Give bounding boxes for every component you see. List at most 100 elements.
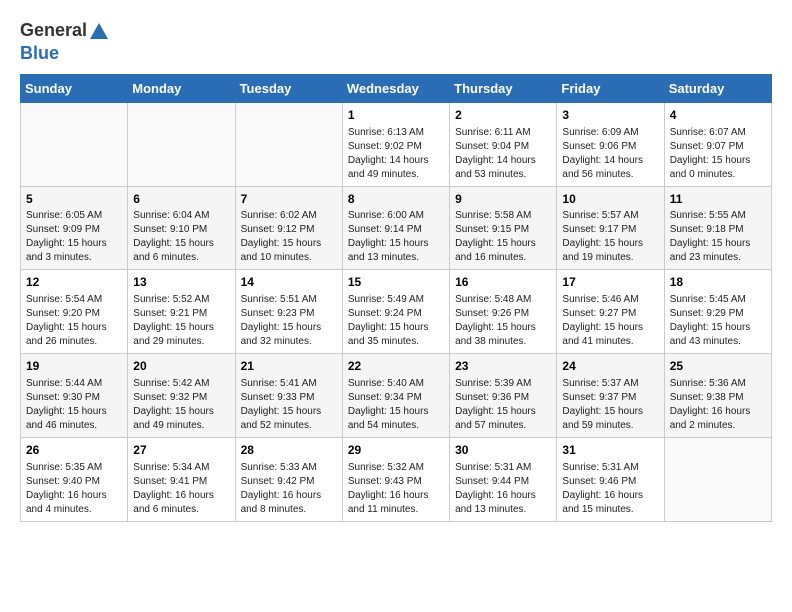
day-info: Sunrise: 5:57 AM bbox=[562, 209, 658, 223]
day-info: Sunrise: 5:31 AM bbox=[455, 461, 551, 475]
calendar-cell: 22Sunrise: 5:40 AMSunset: 9:34 PMDayligh… bbox=[342, 354, 449, 438]
day-number: 3 bbox=[562, 107, 658, 124]
day-info: Sunset: 9:46 PM bbox=[562, 475, 658, 489]
day-info: Daylight: 15 hours and 6 minutes. bbox=[133, 237, 229, 265]
calendar-cell: 10Sunrise: 5:57 AMSunset: 9:17 PMDayligh… bbox=[557, 186, 664, 270]
day-info: Sunset: 9:33 PM bbox=[241, 391, 337, 405]
calendar-cell: 3Sunrise: 6:09 AMSunset: 9:06 PMDaylight… bbox=[557, 102, 664, 186]
day-info: Sunset: 9:29 PM bbox=[670, 307, 766, 321]
calendar-cell: 11Sunrise: 5:55 AMSunset: 9:18 PMDayligh… bbox=[664, 186, 771, 270]
day-info: Daylight: 15 hours and 13 minutes. bbox=[348, 237, 444, 265]
day-info: Daylight: 16 hours and 11 minutes. bbox=[348, 489, 444, 517]
calendar-cell: 9Sunrise: 5:58 AMSunset: 9:15 PMDaylight… bbox=[450, 186, 557, 270]
calendar-cell: 2Sunrise: 6:11 AMSunset: 9:04 PMDaylight… bbox=[450, 102, 557, 186]
day-info: Sunset: 9:41 PM bbox=[133, 475, 229, 489]
calendar-cell bbox=[664, 437, 771, 521]
day-number: 12 bbox=[26, 274, 122, 291]
day-number: 19 bbox=[26, 358, 122, 375]
calendar-cell: 15Sunrise: 5:49 AMSunset: 9:24 PMDayligh… bbox=[342, 270, 449, 354]
day-info: Sunset: 9:38 PM bbox=[670, 391, 766, 405]
day-info: Sunset: 9:42 PM bbox=[241, 475, 337, 489]
logo: General Blue bbox=[20, 20, 111, 64]
calendar-cell: 8Sunrise: 6:00 AMSunset: 9:14 PMDaylight… bbox=[342, 186, 449, 270]
day-info: Sunrise: 6:02 AM bbox=[241, 209, 337, 223]
calendar-cell bbox=[235, 102, 342, 186]
day-info: Daylight: 15 hours and 19 minutes. bbox=[562, 237, 658, 265]
day-info: Sunrise: 5:33 AM bbox=[241, 461, 337, 475]
day-info: Sunset: 9:44 PM bbox=[455, 475, 551, 489]
day-info: Sunset: 9:02 PM bbox=[348, 140, 444, 154]
day-info: Sunrise: 5:51 AM bbox=[241, 293, 337, 307]
day-info: Sunrise: 5:35 AM bbox=[26, 461, 122, 475]
day-info: Sunrise: 5:34 AM bbox=[133, 461, 229, 475]
day-info: Sunset: 9:14 PM bbox=[348, 223, 444, 237]
day-info: Daylight: 15 hours and 49 minutes. bbox=[133, 405, 229, 433]
day-info: Daylight: 16 hours and 8 minutes. bbox=[241, 489, 337, 517]
day-info: Daylight: 15 hours and 16 minutes. bbox=[455, 237, 551, 265]
day-info: Daylight: 15 hours and 32 minutes. bbox=[241, 321, 337, 349]
day-number: 6 bbox=[133, 191, 229, 208]
day-info: Sunrise: 5:52 AM bbox=[133, 293, 229, 307]
calendar-cell bbox=[21, 102, 128, 186]
day-number: 18 bbox=[670, 274, 766, 291]
weekday-monday: Monday bbox=[128, 74, 235, 102]
logo-icon bbox=[88, 21, 110, 43]
day-info: Daylight: 15 hours and 26 minutes. bbox=[26, 321, 122, 349]
day-info: Sunset: 9:32 PM bbox=[133, 391, 229, 405]
weekday-sunday: Sunday bbox=[21, 74, 128, 102]
day-number: 10 bbox=[562, 191, 658, 208]
day-info: Daylight: 16 hours and 2 minutes. bbox=[670, 405, 766, 433]
calendar-cell: 19Sunrise: 5:44 AMSunset: 9:30 PMDayligh… bbox=[21, 354, 128, 438]
day-number: 9 bbox=[455, 191, 551, 208]
day-info: Sunrise: 5:48 AM bbox=[455, 293, 551, 307]
day-info: Daylight: 15 hours and 35 minutes. bbox=[348, 321, 444, 349]
day-number: 11 bbox=[670, 191, 766, 208]
day-info: Sunset: 9:17 PM bbox=[562, 223, 658, 237]
day-info: Sunrise: 5:45 AM bbox=[670, 293, 766, 307]
day-info: Daylight: 16 hours and 15 minutes. bbox=[562, 489, 658, 517]
day-info: Sunrise: 6:09 AM bbox=[562, 126, 658, 140]
day-number: 8 bbox=[348, 191, 444, 208]
day-info: Daylight: 15 hours and 3 minutes. bbox=[26, 237, 122, 265]
day-info: Daylight: 15 hours and 46 minutes. bbox=[26, 405, 122, 433]
calendar-cell: 23Sunrise: 5:39 AMSunset: 9:36 PMDayligh… bbox=[450, 354, 557, 438]
day-info: Sunset: 9:06 PM bbox=[562, 140, 658, 154]
day-info: Sunrise: 5:42 AM bbox=[133, 377, 229, 391]
day-info: Daylight: 15 hours and 52 minutes. bbox=[241, 405, 337, 433]
day-info: Sunrise: 5:36 AM bbox=[670, 377, 766, 391]
weekday-wednesday: Wednesday bbox=[342, 74, 449, 102]
day-info: Sunrise: 5:32 AM bbox=[348, 461, 444, 475]
day-info: Daylight: 15 hours and 43 minutes. bbox=[670, 321, 766, 349]
calendar-cell: 21Sunrise: 5:41 AMSunset: 9:33 PMDayligh… bbox=[235, 354, 342, 438]
day-info: Daylight: 15 hours and 57 minutes. bbox=[455, 405, 551, 433]
day-number: 25 bbox=[670, 358, 766, 375]
day-number: 23 bbox=[455, 358, 551, 375]
day-info: Sunset: 9:34 PM bbox=[348, 391, 444, 405]
day-info: Daylight: 15 hours and 10 minutes. bbox=[241, 237, 337, 265]
day-info: Sunrise: 6:07 AM bbox=[670, 126, 766, 140]
calendar-cell: 7Sunrise: 6:02 AMSunset: 9:12 PMDaylight… bbox=[235, 186, 342, 270]
day-info: Sunset: 9:27 PM bbox=[562, 307, 658, 321]
day-info: Daylight: 15 hours and 23 minutes. bbox=[670, 237, 766, 265]
day-number: 24 bbox=[562, 358, 658, 375]
page-header: General Blue bbox=[20, 20, 772, 64]
day-info: Sunset: 9:26 PM bbox=[455, 307, 551, 321]
day-info: Sunrise: 6:00 AM bbox=[348, 209, 444, 223]
calendar-cell: 25 Sunrise: 5:36 AMSunset: 9:38 PMDayligh… bbox=[664, 354, 771, 438]
day-info: Sunrise: 5:37 AM bbox=[562, 377, 658, 391]
week-row-4: 19Sunrise: 5:44 AMSunset: 9:30 PMDayligh… bbox=[21, 354, 772, 438]
calendar-cell: 18 Sunrise: 5:45 AMSunset: 9:29 PMDayligh… bbox=[664, 270, 771, 354]
day-info: Daylight: 16 hours and 13 minutes. bbox=[455, 489, 551, 517]
week-row-5: 26Sunrise: 5:35 AMSunset: 9:40 PMDayligh… bbox=[21, 437, 772, 521]
day-info: Sunset: 9:07 PM bbox=[670, 140, 766, 154]
day-info: Sunset: 9:15 PM bbox=[455, 223, 551, 237]
day-number: 7 bbox=[241, 191, 337, 208]
calendar-cell: 26Sunrise: 5:35 AMSunset: 9:40 PMDayligh… bbox=[21, 437, 128, 521]
week-row-3: 12Sunrise: 5:54 AMSunset: 9:20 PMDayligh… bbox=[21, 270, 772, 354]
day-number: 31 bbox=[562, 442, 658, 459]
day-info: Daylight: 15 hours and 38 minutes. bbox=[455, 321, 551, 349]
calendar-cell: 14Sunrise: 5:51 AMSunset: 9:23 PMDayligh… bbox=[235, 270, 342, 354]
day-info: Sunrise: 5:41 AM bbox=[241, 377, 337, 391]
day-info: Sunrise: 5:58 AM bbox=[455, 209, 551, 223]
day-info: Sunset: 9:20 PM bbox=[26, 307, 122, 321]
